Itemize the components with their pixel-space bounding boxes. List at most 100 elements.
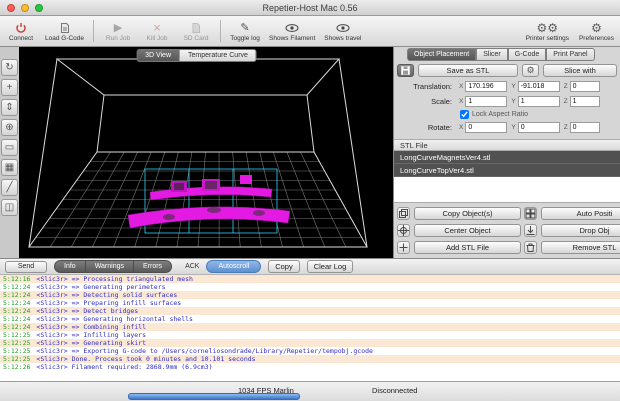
translation-z-input[interactable] [569,81,600,92]
titlebar[interactable]: Repetier-Host Mac 0.56 [0,0,620,16]
copy-objects-button[interactable]: Copy Object(s) [414,207,521,220]
kill-job-button[interactable]: × Kill Job [142,16,172,46]
connection-status: Disconnected [372,386,418,395]
rotate-y-input[interactable] [517,122,560,133]
printer-settings-button[interactable]: ⚙⚙ Printer settings [526,16,569,46]
zoom-button[interactable] [35,4,43,12]
progress-bar [128,393,300,400]
shows-travel-button[interactable]: Shows travel [324,16,362,46]
fit-view-button[interactable]: ▭ [1,139,18,156]
log-line: 5:12:25 <Slic3r> => Generating skirt [0,339,620,347]
clear-log-button[interactable]: Clear Log [306,260,354,273]
toggle-log-label: Toggle log [230,35,260,42]
log-line: 5:12:25 <Slic3r> Done. Process took 0 min… [0,355,620,363]
scene-3d[interactable] [19,47,393,258]
stl-list-item[interactable]: LongCurveTopVer4.stl [394,164,620,177]
translation-x-input[interactable] [465,81,508,92]
tab-gcode[interactable]: G-Code [507,48,547,61]
move-object-button[interactable]: ⇕ [1,99,18,116]
sd-card-button[interactable]: SD Card [181,16,211,46]
load-file-icon [59,20,71,35]
window-title: Repetier-Host Mac 0.56 [262,2,358,13]
log-line: 5:12:24 <Slic3r> => Preparing infill surf… [3,299,182,307]
tab-temperature-curve[interactable]: Temperature Curve [179,49,257,62]
add-icon [397,241,410,254]
side-panel-tabs: Object Placement Slicer G-Code Print Pan… [407,48,620,61]
send-button[interactable]: Send [5,260,47,273]
add-stl-file-button[interactable]: Add STL File [414,241,521,254]
close-button[interactable] [7,4,15,12]
shows-travel-label: Shows travel [324,35,362,42]
lock-aspect-label: Lock Aspect Ratio [472,111,529,118]
stl-file-header: STL File [394,139,620,151]
tab-print-panel[interactable]: Print Panel [546,48,595,61]
run-job-button[interactable]: ▶ Run Job [103,16,133,46]
lock-aspect-row: Lock Aspect Ratio [460,110,620,119]
ack-toggle[interactable]: ACK [185,263,199,270]
toolbar-separator [220,20,222,42]
kill-icon: × [153,20,161,35]
toggle-log-button[interactable]: ✎ Toggle log [230,16,260,46]
tab-object-placement[interactable]: Object Placement [407,48,477,61]
tab-3d-view[interactable]: 3D View [136,49,180,62]
axis-y-label: Y [511,124,516,131]
drop-object-button[interactable]: Drop Obj [541,224,620,237]
scale-y-input[interactable] [517,96,560,107]
slicer-settings-button[interactable]: ⚙ [522,64,539,77]
sd-card-icon [190,20,202,35]
minimize-button[interactable] [21,4,29,12]
center-object-button[interactable]: Center Object [414,224,521,237]
log-list[interactable]: 5:12:16 <Slic3r> => Processing triangulat… [0,275,620,381]
view-tabs: 3D View Temperature Curve [136,49,257,62]
rotate-z-input[interactable] [569,122,600,133]
viewport-panel: ↻ + ⇕ ⊕ ▭ ▦ ╱ ◫ 3D View Temperature Curv… [0,47,393,258]
translation-y-input[interactable] [517,81,560,92]
rotate-view-button[interactable]: ↻ [1,59,18,76]
object-actions: Copy Object(s) Auto Positi Center Object… [394,203,620,254]
autoscroll-button[interactable]: Autoscroll [206,260,262,273]
save-as-stl-button[interactable]: Save as STL [418,64,518,77]
main-area: ↻ + ⇕ ⊕ ▭ ▦ ╱ ◫ 3D View Temperature Curv… [0,47,620,258]
filter-info-button[interactable]: Info [54,260,86,273]
slice-with-button[interactable]: Slice with [543,64,617,77]
zoom-button-3d[interactable]: ⊕ [1,119,18,136]
log-line: 5:12:24 <Slic3r> => Combining infill [0,323,620,331]
box-view-button[interactable]: ◫ [1,199,18,216]
kill-job-label: Kill Job [146,35,168,42]
selection-box [144,168,278,234]
axis-z-label: Z [563,124,568,131]
remove-stl-button[interactable]: Remove STL [541,241,620,254]
filter-warnings-button[interactable]: Warnings [85,260,134,273]
preferences-button[interactable]: ⚙ Preferences [579,16,614,46]
axis-y-label: Y [511,83,516,90]
toolbar-separator [93,20,95,42]
shows-filament-button[interactable]: Shows Filament [269,16,315,46]
run-job-label: Run Job [105,35,131,42]
model-objects[interactable] [127,175,291,229]
rotate-label: Rotate: [427,123,452,132]
grid-view-button[interactable]: ▦ [1,159,18,176]
rotate-x-input[interactable] [465,122,508,133]
measure-button[interactable]: ╱ [1,179,18,196]
load-gcode-button[interactable]: Load G-Code [45,16,84,46]
save-stl-icon-button[interactable] [397,64,414,77]
scale-z-input[interactable] [569,96,600,107]
copy-log-button[interactable]: Copy [268,260,300,273]
log-line: 5:12:16 <Slic3r> => Processing triangulat… [0,275,620,283]
auto-position-button[interactable]: Auto Positi [541,207,620,220]
app-window: Repetier-Host Mac 0.56 Connect Load G-Co… [0,0,620,401]
grid-icon [524,207,537,220]
axis-x-label: X [459,98,464,105]
lock-aspect-checkbox[interactable] [460,110,469,119]
shows-filament-label: Shows Filament [269,35,316,42]
connect-button[interactable]: Connect [6,16,36,46]
move-view-button[interactable]: + [1,79,18,96]
center-icon [397,224,410,237]
preferences-label: Preferences [578,35,614,42]
filter-errors-button[interactable]: Errors [134,260,173,273]
tab-slicer[interactable]: Slicer [476,48,508,61]
stl-list-item[interactable]: LongCurveMagnetsVer4.stl [394,151,620,164]
gear-icon: ⚙ [526,65,535,75]
scale-x-input[interactable] [465,96,508,107]
log-line: 5:12:24 <Slic3r> => Detect bridges [0,307,620,315]
